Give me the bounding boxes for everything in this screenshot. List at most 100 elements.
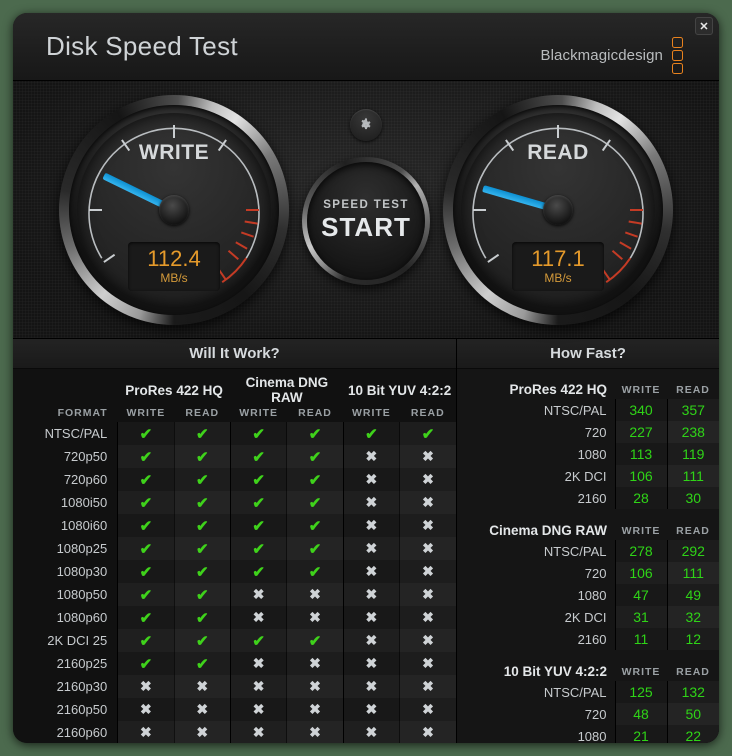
support-no-icon: ✖ bbox=[173, 698, 231, 721]
group-spacer bbox=[457, 650, 719, 659]
row-label: NTSC/PAL bbox=[44, 426, 108, 441]
support-no-icon: ✖ bbox=[399, 445, 456, 468]
will-it-work-head: FORMAT ProRes 422 HQ Cinema DNG RAW 10 B… bbox=[13, 375, 456, 422]
support-no-icon: ✖ bbox=[399, 652, 456, 675]
support-yes-icon: ✔ bbox=[117, 422, 175, 445]
write-speed-value: 113 bbox=[614, 443, 667, 465]
speed-test-start-button[interactable]: SPEED TEST START bbox=[302, 157, 430, 285]
read-speed-value: 32 bbox=[666, 606, 719, 628]
brand-name: Blackmagicdesign bbox=[540, 47, 663, 64]
support-yes-icon: ✔ bbox=[117, 514, 175, 537]
table-row: 1080 113 119 bbox=[457, 443, 719, 465]
table-row: 720 106 111 bbox=[457, 562, 719, 584]
support-yes-icon: ✔ bbox=[117, 537, 175, 560]
support-yes-icon: ✔ bbox=[286, 537, 344, 560]
support-yes-icon: ✔ bbox=[229, 422, 287, 445]
row-label: 2K DCI 25 bbox=[47, 633, 108, 648]
read-readout: 117.1 MB/s bbox=[512, 241, 604, 291]
support-no-icon: ✖ bbox=[342, 537, 400, 560]
write-value: 112.4 bbox=[147, 245, 201, 271]
support-no-icon: ✖ bbox=[342, 652, 400, 675]
read-speed-value: 119 bbox=[666, 443, 719, 465]
read-speed-value: 12 bbox=[666, 628, 719, 650]
read-unit: MB/s bbox=[544, 271, 572, 285]
support-no-icon: ✖ bbox=[342, 629, 400, 652]
table-row: 2160p60 ✖ ✖ ✖ ✖ ✖ ✖ bbox=[13, 721, 456, 743]
will-it-work-body: NTSC/PAL ✔ ✔ ✔ ✔ ✔ ✔ 720p50 ✔ ✔ ✔ ✔ ✖ ✖ 720p60 ✔ ✔ ✔ ✔ ✖ ✖ 10… bbox=[13, 422, 456, 743]
support-no-icon: ✖ bbox=[286, 652, 344, 675]
row-label: 1080 bbox=[577, 587, 607, 603]
support-no-icon: ✖ bbox=[173, 675, 231, 698]
read-speed-value: 22 bbox=[666, 725, 719, 743]
group-header-row: 10 Bit YUV 4:2:2 WRITE READ bbox=[457, 659, 719, 681]
row-label: 720 bbox=[584, 565, 607, 581]
support-yes-icon: ✔ bbox=[173, 445, 231, 468]
results-section: Will It Work? FORMAT ProRes 422 HQ Cinem… bbox=[13, 339, 719, 743]
table-row: 2160 11 12 bbox=[457, 628, 719, 650]
table-row: 1080 47 49 bbox=[457, 584, 719, 606]
row-label: 1080p60 bbox=[56, 610, 108, 625]
row-label: 2160p25 bbox=[56, 656, 108, 671]
sub-header-write: WRITE bbox=[621, 524, 661, 537]
write-speed-value: 106 bbox=[614, 562, 667, 584]
support-yes-icon: ✔ bbox=[117, 560, 175, 583]
group-name: Cinema DNG RAW bbox=[489, 523, 607, 538]
support-yes-icon: ✔ bbox=[286, 468, 344, 491]
table-row: 1080p30 ✔ ✔ ✔ ✔ ✖ ✖ bbox=[13, 560, 456, 583]
sub-header-read: READ bbox=[676, 383, 710, 396]
support-yes-icon: ✔ bbox=[286, 514, 344, 537]
row-label: 2160p50 bbox=[56, 702, 108, 717]
read-speed-value: 49 bbox=[666, 584, 719, 606]
support-no-icon: ✖ bbox=[399, 698, 456, 721]
read-speed-value: 238 bbox=[666, 421, 719, 443]
support-no-icon: ✖ bbox=[229, 721, 287, 743]
read-value: 117.1 bbox=[531, 245, 585, 271]
support-no-icon: ✖ bbox=[286, 675, 344, 698]
sub-header-write: WRITE bbox=[621, 383, 661, 396]
table-row: 2K DCI 25 ✔ ✔ ✔ ✔ ✖ ✖ bbox=[13, 629, 456, 652]
support-no-icon: ✖ bbox=[399, 721, 456, 743]
sub-header-write: WRITE bbox=[621, 665, 661, 678]
row-label: 2K DCI bbox=[564, 609, 607, 625]
row-label: 1080 bbox=[577, 446, 607, 462]
support-yes-icon: ✔ bbox=[173, 583, 231, 606]
brand-logo: Blackmagicdesign bbox=[540, 37, 683, 74]
table-row: 2160 28 30 bbox=[457, 487, 719, 509]
write-speed-value: 278 bbox=[614, 540, 667, 562]
group-name: ProRes 422 HQ bbox=[509, 382, 607, 397]
row-label: 2K DCI bbox=[564, 468, 607, 484]
table-row: 2160p50 ✖ ✖ ✖ ✖ ✖ ✖ bbox=[13, 698, 456, 721]
write-speed-value: 227 bbox=[614, 421, 667, 443]
support-no-icon: ✖ bbox=[342, 721, 400, 743]
support-yes-icon: ✔ bbox=[229, 468, 287, 491]
write-speed-value: 106 bbox=[614, 465, 667, 487]
support-yes-icon: ✔ bbox=[286, 445, 344, 468]
support-yes-icon: ✔ bbox=[229, 560, 287, 583]
row-label: 720p50 bbox=[63, 449, 108, 464]
support-yes-icon: ✔ bbox=[399, 422, 456, 445]
group-header-yuv: 10 Bit YUV 4:2:2 bbox=[347, 382, 452, 398]
how-fast-title: How Fast? bbox=[457, 339, 719, 369]
support-no-icon: ✖ bbox=[399, 560, 456, 583]
support-yes-icon: ✔ bbox=[286, 491, 344, 514]
support-no-icon: ✖ bbox=[117, 698, 175, 721]
table-row: 720p60 ✔ ✔ ✔ ✔ ✖ ✖ bbox=[13, 468, 456, 491]
write-speed-value: 21 bbox=[614, 725, 667, 743]
support-no-icon: ✖ bbox=[342, 491, 400, 514]
gear-icon[interactable] bbox=[350, 109, 382, 141]
row-label: 1080p25 bbox=[56, 541, 108, 556]
write-speed-value: 47 bbox=[614, 584, 667, 606]
read-gauge-hub bbox=[543, 195, 573, 225]
how-fast-body: ProRes 422 HQ WRITE READ NTSC/PAL 340 357 720 2… bbox=[457, 377, 719, 743]
read-gauge-bezel: READ 117.1 MB/s bbox=[453, 105, 663, 315]
read-gauge: READ 117.1 MB/s bbox=[443, 95, 673, 325]
group-header-row: Cinema DNG RAW WRITE READ bbox=[457, 518, 719, 540]
support-no-icon: ✖ bbox=[399, 629, 456, 652]
support-no-icon: ✖ bbox=[399, 675, 456, 698]
support-yes-icon: ✔ bbox=[117, 445, 175, 468]
row-label: 720 bbox=[584, 706, 607, 722]
table-row: 1080p25 ✔ ✔ ✔ ✔ ✖ ✖ bbox=[13, 537, 456, 560]
write-readout: 112.4 MB/s bbox=[128, 241, 220, 291]
close-icon[interactable]: ✕ bbox=[695, 17, 713, 35]
write-gauge-label: WRITE bbox=[138, 141, 210, 164]
